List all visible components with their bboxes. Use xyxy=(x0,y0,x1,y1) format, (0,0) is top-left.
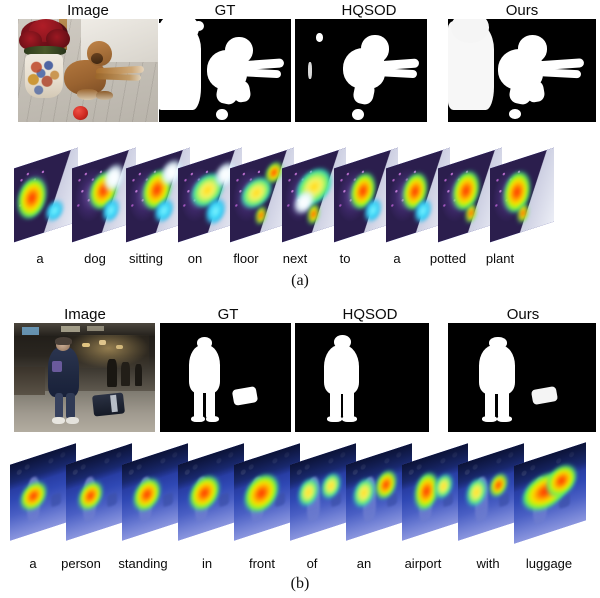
caption-word-b-5: front xyxy=(248,556,276,571)
caption-word-a-1: a xyxy=(36,251,44,266)
heatmap-card-a-10 xyxy=(490,147,554,243)
subfigure-caption-b: (b) xyxy=(290,575,310,592)
caption-word-b-6: of xyxy=(306,556,318,571)
panel-image-b xyxy=(14,323,155,432)
caption-word-b-8: airport xyxy=(404,556,442,571)
column-header-gt-a: GT xyxy=(214,2,236,19)
panel-ours-b xyxy=(448,323,596,432)
caption-word-b-7: an xyxy=(356,556,372,571)
caption-word-a-9: potted xyxy=(429,251,467,266)
panel-gt-a xyxy=(159,19,291,122)
panel-ours-a xyxy=(448,19,596,122)
heatmap-strip-b xyxy=(0,436,600,546)
panel-hqsod-a xyxy=(295,19,427,122)
panel-hqsod-b xyxy=(295,323,429,432)
caption-word-b-2: person xyxy=(61,556,101,571)
subfigure-caption-a: (a) xyxy=(291,272,309,289)
column-header-image-b: Image xyxy=(64,306,106,323)
column-header-ours-b: Ours xyxy=(506,306,540,323)
caption-word-a-4: on xyxy=(187,251,203,266)
column-header-ours-a: Ours xyxy=(505,2,539,19)
caption-word-a-3: sitting xyxy=(129,251,163,266)
caption-word-b-10: luggage xyxy=(525,556,573,571)
caption-word-a-7: to xyxy=(339,251,351,266)
caption-word-a-8: a xyxy=(393,251,401,266)
caption-word-a-10: plant xyxy=(485,251,515,266)
heatmap-card-a-1 xyxy=(14,147,78,243)
caption-word-a-5: floor xyxy=(233,251,259,266)
column-header-hqsod-b: HQSOD xyxy=(342,306,398,323)
caption-word-b-1: a xyxy=(29,556,37,571)
caption-word-a-6: next xyxy=(282,251,308,266)
column-header-gt-b: GT xyxy=(217,306,239,323)
panel-gt-b xyxy=(160,323,291,432)
qualitative-comparison-figure: Image GT HQSOD Ours a dog sitting on flo… xyxy=(0,0,600,598)
column-header-hqsod-a: HQSOD xyxy=(341,2,397,19)
caption-word-b-4: in xyxy=(201,556,213,571)
caption-word-a-2: dog xyxy=(84,251,106,266)
heatmap-card-b-10 xyxy=(514,442,586,544)
heatmap-strip-a xyxy=(0,140,600,248)
panel-image-a xyxy=(18,19,158,122)
caption-word-b-3: standing xyxy=(118,556,168,571)
caption-word-b-9: with xyxy=(476,556,500,571)
column-header-image-a: Image xyxy=(67,2,109,19)
